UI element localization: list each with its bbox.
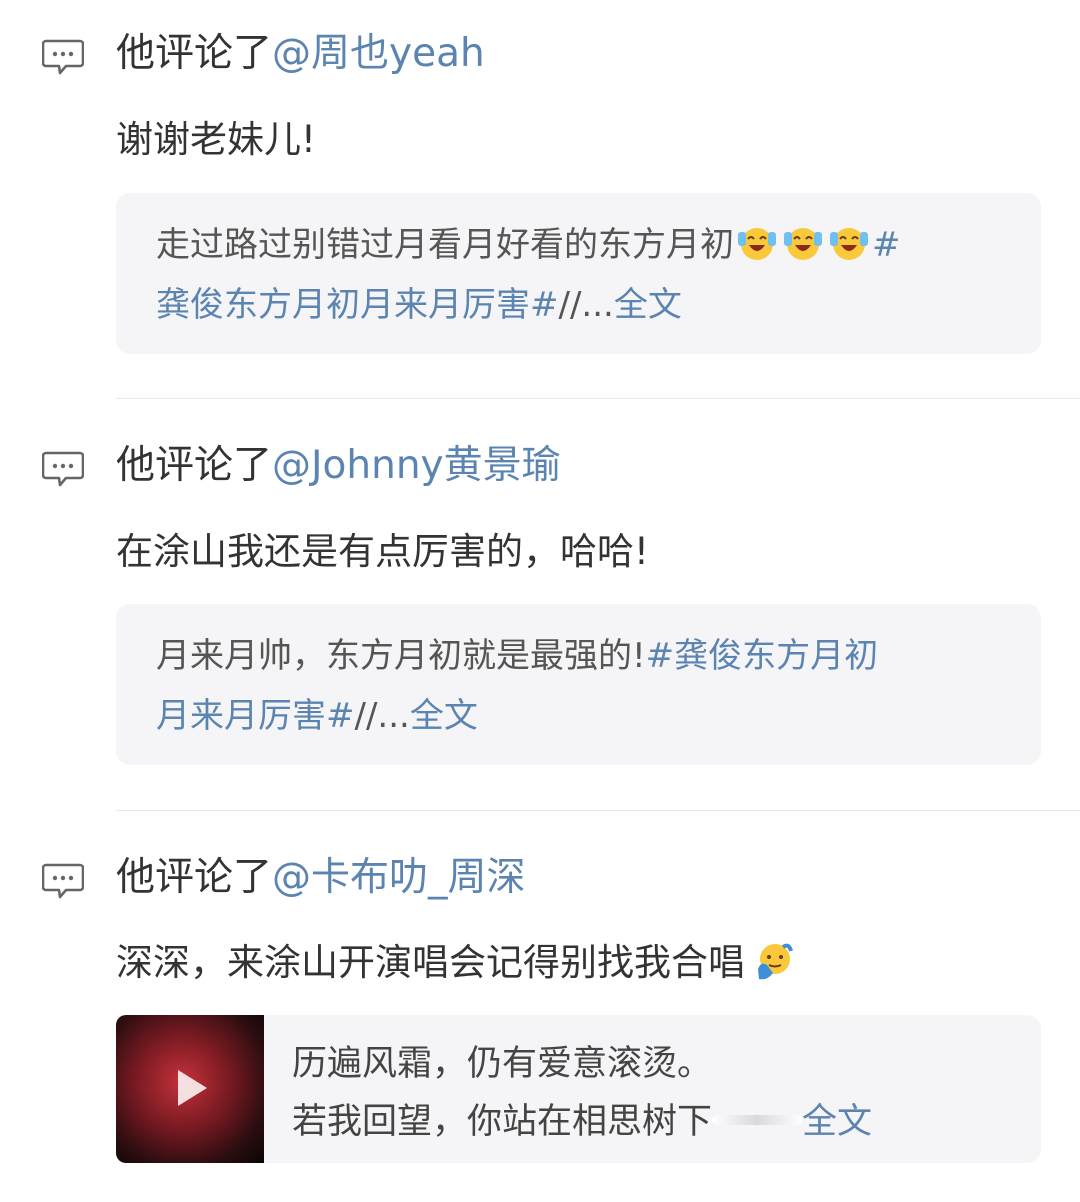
comment-action-text: 他评论了 xyxy=(116,443,273,488)
mention-link[interactable]: @卡布叻_周深 xyxy=(272,855,526,900)
quote-text: 月来月帅，东方月初就是最强的! xyxy=(156,636,646,676)
comment-reply-text: 在涂山我还是有点厉害的，哈哈! xyxy=(116,530,649,573)
truncation-fade xyxy=(712,1115,803,1125)
comment-header: 他评论了@Johnny黄景瑜 xyxy=(116,442,561,490)
quote-suffix: //... xyxy=(558,285,614,325)
quoted-post[interactable]: 走过路过别错过月看月好看的东方月初 # 龚俊东方月初月来月厉害#//...全文 xyxy=(116,193,1041,354)
mention-link[interactable]: @Johnny黄景瑜 xyxy=(272,443,561,488)
hashtag-link[interactable]: # xyxy=(872,225,901,265)
quote-text: 走过路过别错过月看月好看的东方月初 xyxy=(156,225,734,265)
divider xyxy=(116,398,1080,399)
comment-bubble-icon xyxy=(42,39,84,75)
laugh-cry-emoji-icon xyxy=(784,228,822,260)
read-more-link[interactable]: 全文 xyxy=(410,696,478,736)
comment-bubble-icon xyxy=(42,863,84,899)
quoted-post[interactable]: 月来月帅，东方月初就是最强的!#龚俊东方月初 月来月厉害#//...全文 xyxy=(116,604,1041,765)
video-line-2: 若我回望，你站在相思树下 xyxy=(292,1102,713,1142)
comment-item: 他评论了@Johnny黄景瑜 在涂山我还是有点厉害的，哈哈! 月来月帅，东方月初… xyxy=(0,400,1080,810)
read-more-link[interactable]: 全文 xyxy=(614,285,682,325)
read-more-link[interactable]: 全文 xyxy=(802,1102,872,1142)
comment-action-text: 他评论了 xyxy=(116,31,273,76)
comment-item: 他评论了@卡布叻_周深 深深，来涂山开演唱会记得别找我合唱 历遍风霜，仍有爱意滚… xyxy=(0,812,1080,1202)
video-line-1: 历遍风霜，仍有爱意滚烫。 xyxy=(292,1044,713,1084)
comment-action-text: 他评论了 xyxy=(116,855,273,900)
video-thumbnail[interactable] xyxy=(116,1015,264,1163)
quoted-post-text: 走过路过别错过月看月好看的东方月初 # 龚俊东方月初月来月厉害#//...全文 xyxy=(156,215,1001,335)
quote-suffix: //... xyxy=(354,696,410,736)
comment-bubble-icon xyxy=(42,451,84,487)
comment-reply: 深深，来涂山开演唱会记得别找我合唱 xyxy=(116,939,800,986)
comment-header: 他评论了@卡布叻_周深 xyxy=(116,854,526,902)
comment-feed: 他评论了@周也yeah 谢谢老妹儿! 走过路过别错过月看月好看的东方月初 # 龚俊… xyxy=(0,0,1080,1202)
comment-header: 他评论了@周也yeah xyxy=(116,30,485,78)
comment-reply-text: 谢谢老妹儿! xyxy=(116,118,316,161)
hashtag-link[interactable]: #龚俊东方月初 xyxy=(646,636,879,676)
mention-link[interactable]: @周也yeah xyxy=(272,31,485,76)
divider xyxy=(116,810,1080,811)
laugh-cry-emoji-icon xyxy=(738,228,776,260)
laugh-cry-emoji-icon xyxy=(830,228,868,260)
quoted-post-text: 月来月帅，东方月初就是最强的!#龚俊东方月初 月来月厉害#//...全文 xyxy=(156,626,1001,746)
comment-reply-text: 深深，来涂山开演唱会记得别找我合唱 xyxy=(116,941,745,984)
awkward-emoji-icon xyxy=(758,943,793,980)
hashtag-link[interactable]: 龚俊东方月初月来月厉害# xyxy=(156,285,559,325)
play-icon[interactable] xyxy=(174,1067,210,1109)
video-description: 历遍风霜，仍有爱意滚烫。 若我回望，你站在相思树下 全文 xyxy=(292,1035,872,1151)
hashtag-link[interactable]: 月来月厉害# xyxy=(156,696,355,736)
comment-item: 他评论了@周也yeah 谢谢老妹儿! 走过路过别错过月看月好看的东方月初 # 龚俊… xyxy=(0,0,1080,400)
video-card[interactable]: 历遍风霜，仍有爱意滚烫。 若我回望，你站在相思树下 全文 xyxy=(116,1015,1041,1163)
